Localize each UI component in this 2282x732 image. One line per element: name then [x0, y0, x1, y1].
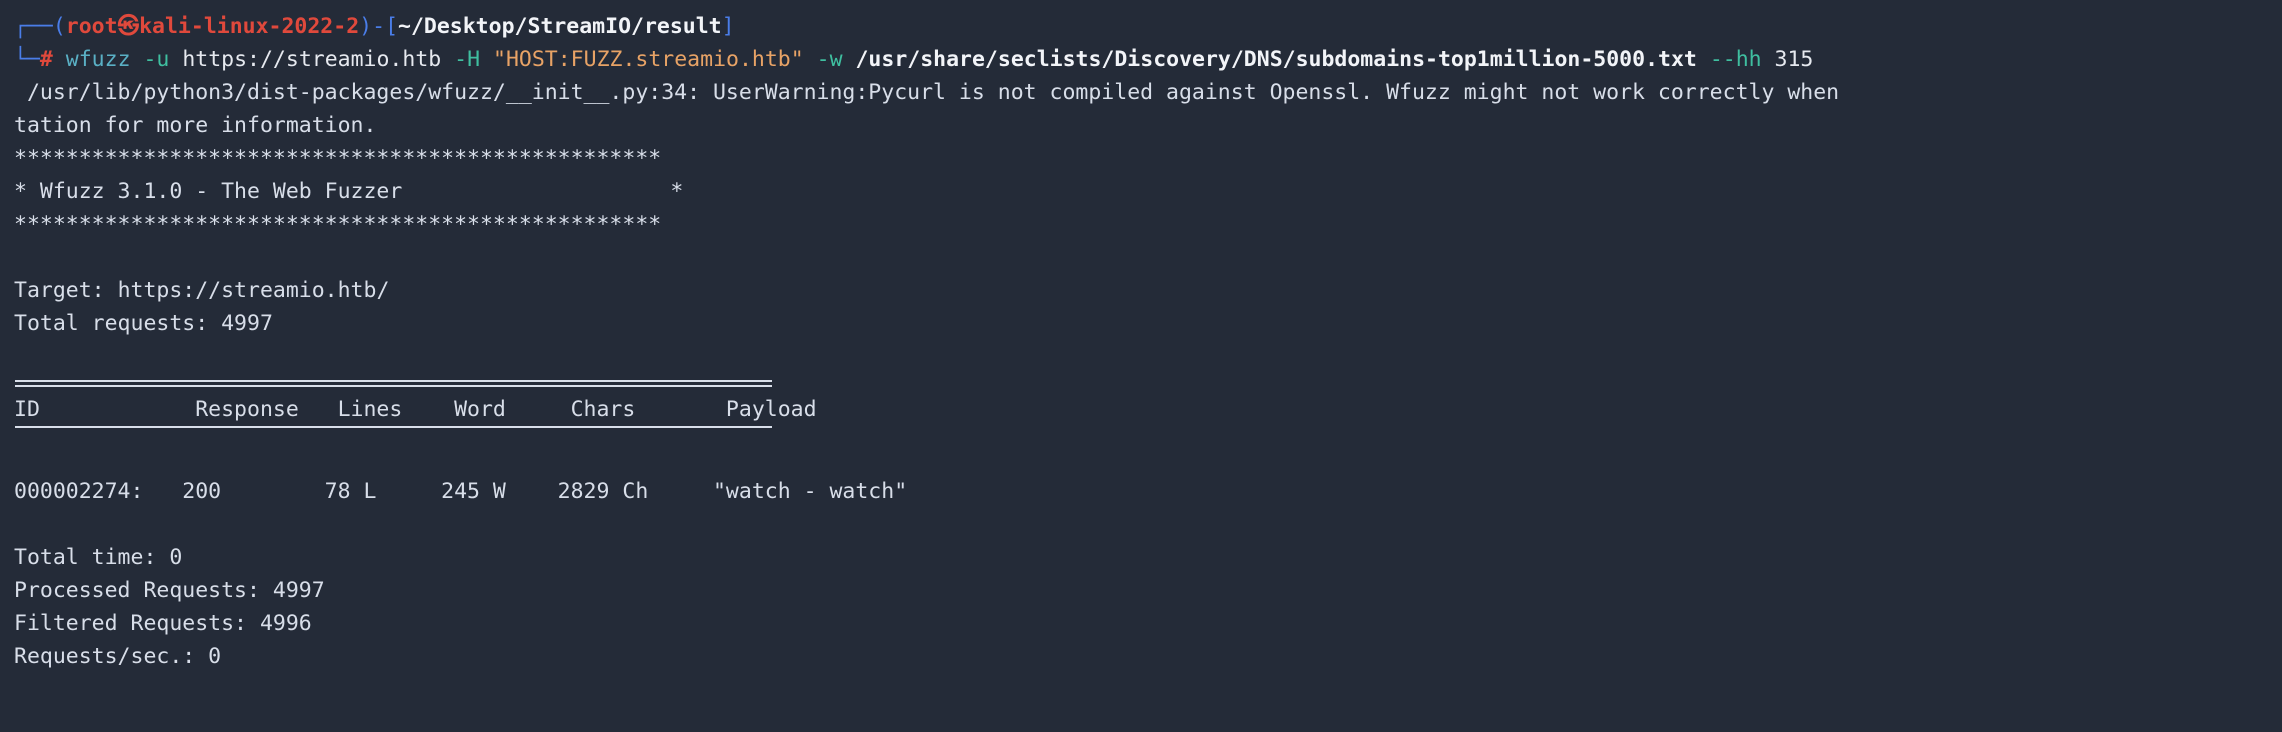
- footer-processed-requests: Processed Requests: 4997: [0, 574, 2282, 607]
- command-url: https://streamio.htb: [182, 47, 441, 72]
- spacer-4: [0, 508, 2282, 541]
- prompt-user: root: [66, 14, 118, 39]
- banner-rule-top: ****************************************…: [0, 142, 2282, 175]
- total-requests-value: 4997: [221, 311, 273, 336]
- prompt-corner-bottom-icon: └─: [14, 47, 40, 72]
- prompt-close-bracket: ]: [722, 14, 735, 39]
- warning-line-2: tation for more information.: [0, 109, 2282, 142]
- prompt-corner-top-icon: ┌──: [14, 14, 53, 39]
- spacer-1: [0, 241, 2282, 274]
- prompt-dash: -: [372, 14, 385, 39]
- banner-rule-bottom: ****************************************…: [0, 208, 2282, 241]
- command-header-value: "HOST:FUZZ.streamio.htb": [493, 47, 804, 72]
- prompt-host: kali-linux-2022-2: [139, 14, 359, 39]
- banner-title: * Wfuzz 3.1.0 - The Web Fuzzer *: [0, 175, 2282, 208]
- footer-total-time: Total time: 0: [0, 541, 2282, 574]
- table-header-row: ID Response Lines Word Chars Payload: [0, 393, 2282, 426]
- table-rule-under-header-bar: [15, 426, 772, 428]
- table-rule-top-bar: [15, 380, 772, 387]
- spacer-3: [0, 442, 2282, 475]
- table-rule-top: [0, 373, 2282, 393]
- footer-filtered-requests: Filtered Requests: 4996: [0, 607, 2282, 640]
- target-value: https://streamio.htb/: [118, 278, 390, 303]
- prompt-open-bracket: [: [385, 14, 398, 39]
- prompt-close-paren: ): [359, 14, 372, 39]
- warning-line-1: /usr/lib/python3/dist-packages/wfuzz/__i…: [0, 76, 2282, 109]
- command-hh-value: 315: [1775, 47, 1814, 72]
- command-wordlist-path: /usr/share/seclists/Discovery/DNS/subdom…: [855, 47, 1696, 72]
- prompt-hash: #: [40, 47, 53, 72]
- prompt-path: ~/Desktop/StreamIO/result: [398, 14, 722, 39]
- at-symbol-icon: ㉿: [118, 14, 140, 39]
- command-flag-wordlist: -w: [817, 47, 843, 72]
- banner-title-star: *: [670, 179, 683, 204]
- target-label: Target:: [14, 278, 118, 303]
- footer-requests-per-sec: Requests/sec.: 0: [0, 640, 2282, 673]
- total-requests-line: Total requests: 4997: [0, 307, 2282, 340]
- banner-title-text: * Wfuzz 3.1.0 - The Web Fuzzer: [14, 179, 402, 204]
- command-flag-header: -H: [454, 47, 480, 72]
- prompt-open-paren: (: [53, 14, 66, 39]
- command-line[interactable]: └─# wfuzz -u https://streamio.htb -H "HO…: [0, 43, 2282, 76]
- total-requests-label: Total requests:: [14, 311, 221, 336]
- table-rule-under-header: [0, 426, 2282, 442]
- terminal-window[interactable]: ┌──(root㉿kali-linux-2022-2)-[~/Desktop/S…: [0, 0, 2282, 732]
- table-row: 000002274: 200 78 L 245 W 2829 Ch "watch…: [0, 475, 2282, 508]
- command-flag-hh: --hh: [1710, 47, 1762, 72]
- command-program: wfuzz: [66, 47, 131, 72]
- target-line: Target: https://streamio.htb/: [0, 274, 2282, 307]
- prompt-line-top: ┌──(root㉿kali-linux-2022-2)-[~/Desktop/S…: [0, 10, 2282, 43]
- command-flag-u: -u: [143, 47, 169, 72]
- spacer-2: [0, 340, 2282, 373]
